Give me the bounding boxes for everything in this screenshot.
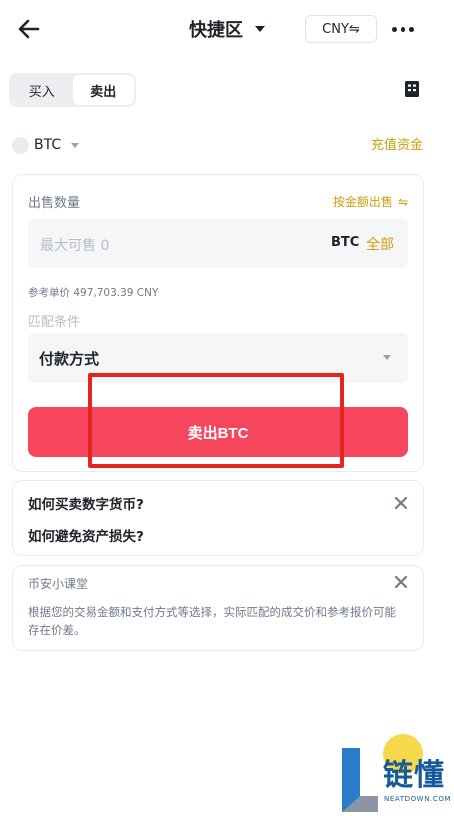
buy-sell-tabs: 买入 卖出 — [9, 73, 136, 107]
swap-icon: ⇋ — [397, 194, 408, 209]
sell-btc-button[interactable]: 卖出BTC — [28, 407, 408, 457]
unit-label: BTC — [331, 235, 360, 250]
lesson-title: 币安小课堂 — [28, 577, 89, 591]
tab-sell[interactable]: 卖出 — [72, 75, 134, 105]
sell-quantity-label: 出售数量 — [28, 196, 81, 211]
faq-link-how-to-trade[interactable]: 如何买卖数字货币? — [28, 493, 144, 513]
coin-icon — [12, 137, 29, 154]
currency-switch-button[interactable]: CNY⇋ — [305, 15, 377, 43]
watermark-name: 链懂 — [383, 758, 445, 793]
page-title: 快捷区 — [189, 20, 243, 41]
caret-down-icon — [383, 355, 391, 360]
reference-price: 参考单价 497,703.39 CNY — [28, 287, 159, 299]
sell-by-amount-toggle[interactable]: 按金额出售 ⇋ — [333, 193, 408, 210]
title-dropdown[interactable]: 快捷区 — [0, 16, 454, 42]
match-conditions-label: 匹配条件 — [28, 315, 81, 330]
watermark-logo-icon — [342, 748, 378, 812]
amount-placeholder: 最大可售 0 — [40, 238, 110, 254]
sell-by-amount-label: 按金额出售 — [332, 195, 393, 209]
orders-icon[interactable] — [404, 80, 420, 98]
coin-select[interactable]: BTC — [34, 137, 61, 154]
sell-all-button[interactable]: 全部 — [366, 234, 394, 254]
close-icon[interactable] — [394, 575, 408, 589]
more-icon[interactable] — [392, 22, 415, 36]
caret-down-icon[interactable] — [71, 143, 79, 148]
faq-link-avoid-loss[interactable]: 如何避免资产损失? — [28, 525, 144, 545]
watermark-url: NEATDOWN.COM — [384, 795, 452, 803]
payment-method-label: 付款方式 — [39, 350, 100, 368]
deposit-funds-link[interactable]: 充值资金 — [371, 137, 423, 154]
tab-buy[interactable]: 买入 — [11, 75, 73, 105]
close-icon[interactable] — [394, 496, 408, 510]
lesson-body: 根据您的交易金额和支付方式等选择，实际匹配的成交价和参考报价可能存在价差。 — [28, 605, 396, 637]
caret-down-icon — [255, 26, 265, 32]
